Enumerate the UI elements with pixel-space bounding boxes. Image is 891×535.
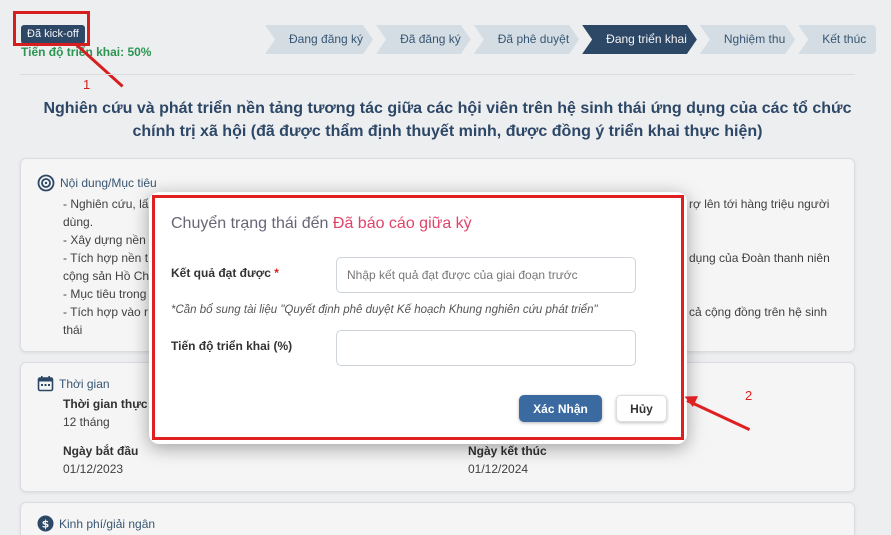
annotation-box-2 [152,195,684,440]
project-detail-page: Đã kick-off Tiến độ triển khai: 50% 1 Đa… [0,0,891,535]
annotation-number-2: 2 [745,388,753,403]
